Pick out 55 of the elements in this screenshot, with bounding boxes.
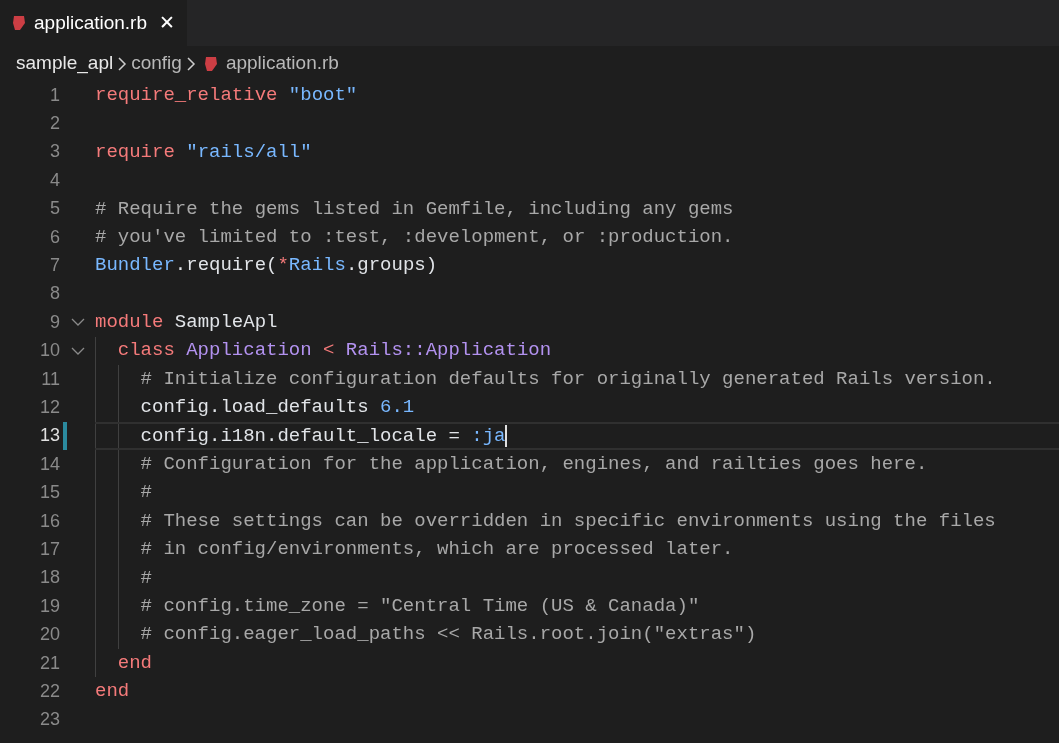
line-number: 17 [39, 537, 60, 561]
code-line: config.i18n.default_locale = :ja [140, 423, 506, 449]
line-number: 7 [50, 254, 60, 278]
line-number: 16 [39, 509, 60, 533]
breadcrumb-item[interactable]: application.rb [225, 49, 339, 78]
line-number: 2 [50, 112, 60, 136]
code-line: module SampleApl [95, 310, 278, 336]
line-number: 6 [50, 225, 60, 249]
line-number: 8 [50, 282, 60, 306]
line-number: 21 [39, 651, 60, 675]
text-cursor [505, 424, 508, 447]
line-number: 3 [50, 140, 60, 164]
tab-label: application.rb [34, 10, 148, 35]
code-line: require_relative "boot" [95, 82, 358, 108]
line-number: 10 [39, 339, 60, 363]
ruby-file-icon [12, 15, 26, 31]
chevron-right-icon [117, 56, 128, 71]
code-line: config.load_defaults 6.1 [140, 395, 415, 421]
line-number: 12 [39, 396, 60, 419]
line-number: 18 [39, 566, 60, 590]
code-line: # config.time_zone = "Central Time (US & Canada)" [140, 594, 700, 619]
code-line: # Configuration for the application, engines, and railties goes here. [140, 452, 928, 478]
ruby-file-icon [203, 55, 218, 72]
line-number: 13 [39, 424, 60, 448]
chevron-right-icon [185, 56, 196, 71]
code-line: # config.eager_load_paths << Rails.root.join("extras") [140, 622, 757, 648]
code-line: # These settings can be overridden in specific environments using the files [140, 508, 996, 534]
close-icon[interactable]: ✕ [159, 8, 176, 38]
code-line: # [140, 480, 152, 506]
chevron-down-icon[interactable] [71, 317, 85, 328]
line-number: 4 [50, 168, 60, 192]
editor-tab[interactable]: application.rb ✕ [0, 0, 188, 46]
line-number: 22 [39, 679, 60, 703]
line-number: 20 [39, 623, 60, 647]
line-number: 14 [39, 452, 60, 476]
chevron-down-icon[interactable] [71, 345, 85, 356]
code-line: end [117, 650, 152, 676]
code-line: # you've limited to :test, :development, or :production. [95, 224, 734, 250]
code-line: # Require the gems listed in Gemfile, including any gems [95, 196, 734, 222]
line-number: 19 [39, 594, 60, 618]
code-line: class Application < Rails::Application [117, 338, 552, 364]
code-line: end [95, 679, 130, 705]
line-number: 9 [50, 310, 60, 334]
line-number: 11 [41, 367, 60, 391]
breadcrumb-item[interactable]: config [131, 49, 182, 78]
breadcrumb-item[interactable]: sample_apl [16, 49, 114, 78]
line-number: 5 [50, 197, 60, 221]
code-line: Bundler.require(*Rails.groups) [95, 253, 438, 279]
line-number: 15 [39, 481, 60, 505]
line-number: 23 [39, 708, 60, 732]
line-number: 1 [50, 83, 60, 107]
code-line: require "rails/all" [95, 139, 312, 165]
code-line: # Initialize configuration defaults for originally generated Rails version. [140, 366, 996, 392]
code-line: # [140, 565, 152, 591]
code-line: # in config/environments, which are processed later. [140, 537, 734, 563]
